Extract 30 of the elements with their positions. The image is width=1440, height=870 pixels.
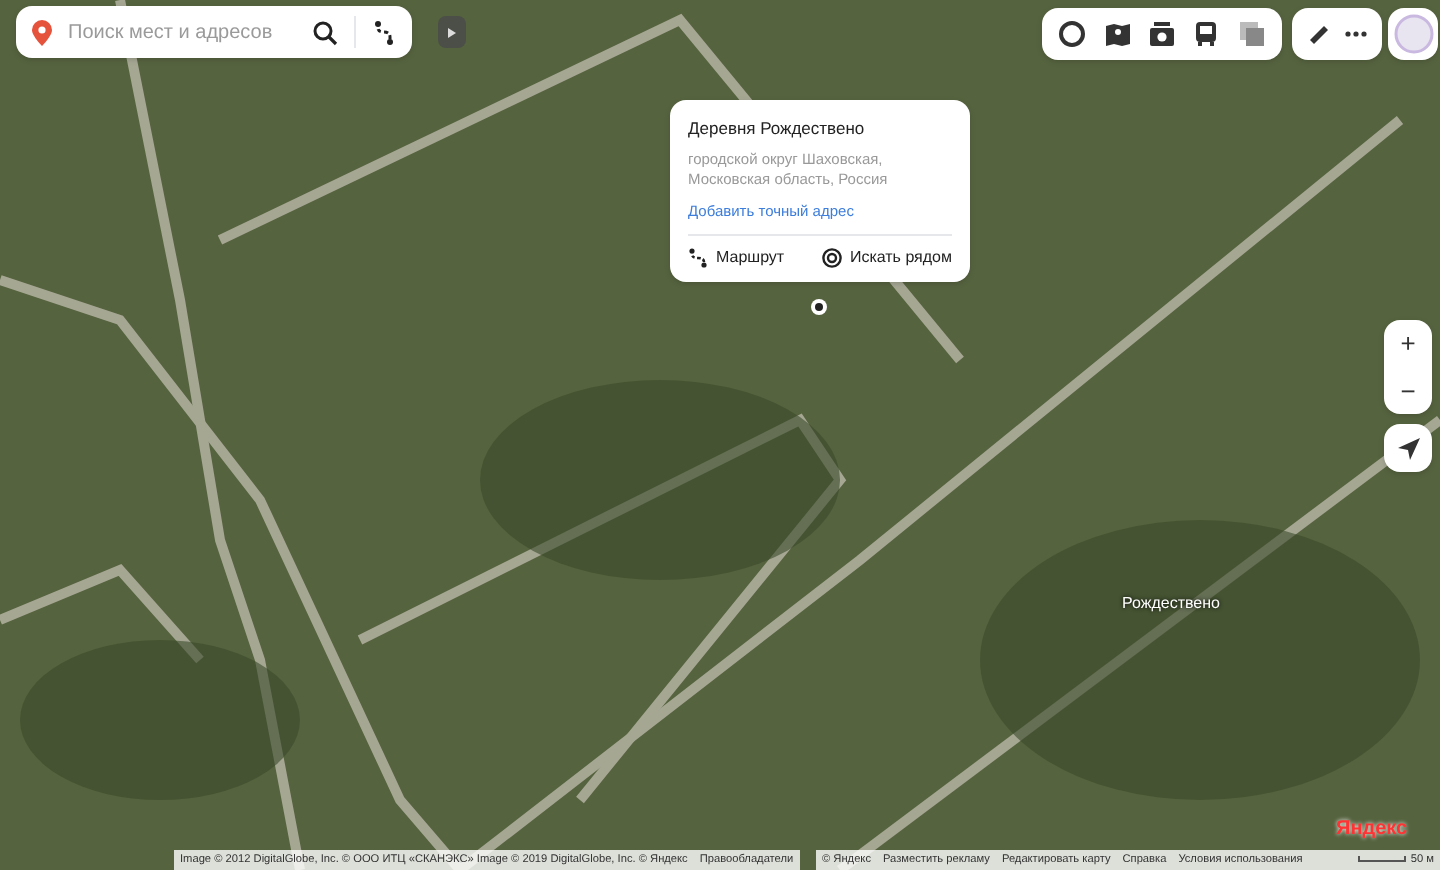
- caret-icon: [448, 27, 456, 37]
- search-field[interactable]: Поиск мест и адресов: [68, 17, 296, 47]
- arrow-icon: [1397, 437, 1419, 459]
- ruler-icon[interactable]: [1306, 21, 1332, 47]
- expand-panel-button[interactable]: [438, 16, 466, 48]
- search-bar[interactable]: Поиск мест и адресов: [16, 6, 412, 58]
- zoom-out-button[interactable]: −: [1384, 367, 1432, 414]
- radar-icon: [821, 247, 842, 268]
- pin-icon: [32, 19, 52, 45]
- map-label: Рождествено: [1122, 592, 1220, 616]
- scale-bar: [1358, 856, 1407, 863]
- route-button[interactable]: Маршрут: [688, 245, 785, 270]
- more-icon[interactable]: [1344, 30, 1368, 38]
- circle-icon[interactable]: [1058, 20, 1087, 48]
- search-icon[interactable]: [312, 19, 338, 45]
- place-title: Деревня Рождествено: [688, 118, 867, 140]
- search-nearby-button[interactable]: Искать рядом: [821, 245, 952, 270]
- route-icon[interactable]: [372, 19, 396, 45]
- layers-icon[interactable]: [1237, 20, 1266, 48]
- zoom-in-button[interactable]: +: [1384, 320, 1432, 367]
- satellite-map[interactable]: [0, 0, 1440, 870]
- profile-button[interactable]: [1388, 8, 1438, 60]
- locate-button[interactable]: [1384, 424, 1432, 472]
- camera-icon[interactable]: [1147, 20, 1176, 48]
- logo: Яндекс: [1336, 816, 1408, 844]
- location-marker-icon: [810, 298, 828, 316]
- bus-icon[interactable]: [1192, 20, 1221, 48]
- route-icon: [688, 247, 708, 268]
- avatar-icon: [1393, 14, 1433, 54]
- panorama-icon[interactable]: [1103, 20, 1132, 48]
